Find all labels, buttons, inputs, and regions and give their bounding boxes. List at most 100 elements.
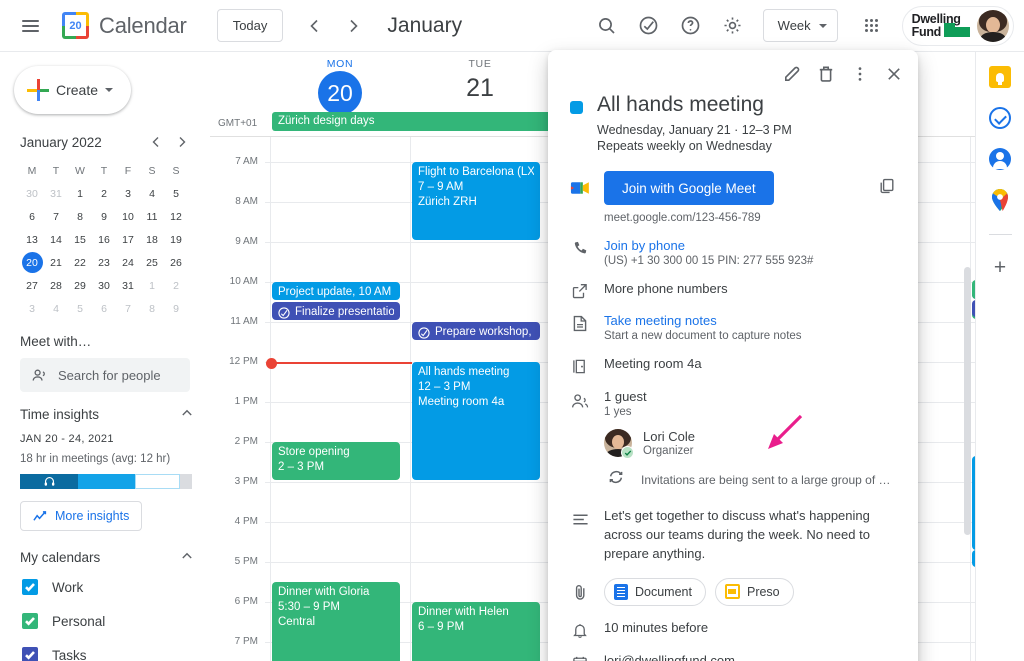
mini-cal-day[interactable]: 30 [92,274,116,297]
mini-cal-day[interactable]: 31 [116,274,140,297]
trash-delete-icon[interactable] [810,58,842,90]
mini-cal-prev-icon[interactable] [144,130,168,154]
mini-cal-day[interactable]: 30 [20,182,44,205]
mini-cal-day[interactable]: 5 [68,297,92,320]
mini-cal-day[interactable]: 4 [140,182,164,205]
pencil-edit-icon[interactable] [776,58,808,90]
mini-cal-day[interactable]: 1 [140,274,164,297]
day-header-tue[interactable]: TUE21 [410,58,550,103]
more-insights-button[interactable]: More insights [20,501,142,531]
mini-cal-day[interactable]: 8 [68,205,92,228]
day-header-mon[interactable]: MON20 [270,58,410,115]
mini-cal-day[interactable]: 15 [68,228,92,251]
mini-cal-day[interactable]: 31 [44,182,68,205]
day-number[interactable]: 20 [318,71,362,115]
guest-list-item[interactable]: Lori Cole Organizer [604,429,896,457]
calendar-event[interactable]: Dinner with Helen6 – 9 PM [412,602,540,661]
mini-cal-day[interactable]: 1 [68,182,92,205]
attachment-chip-document[interactable]: Document [604,578,706,606]
mini-cal-day[interactable]: 17 [116,228,140,251]
checkbox[interactable] [22,579,38,595]
chevron-up-icon[interactable] [180,549,194,566]
calendar-event[interactable]: Flight to Barcelona (LX 1951)7 – 9 AMZür… [412,162,540,240]
mini-cal-day[interactable]: 7 [44,205,68,228]
mini-cal-day[interactable]: 11 [140,205,164,228]
close-x-icon[interactable] [878,58,910,90]
mini-cal-day[interactable]: 14 [44,228,68,251]
checkbox[interactable] [22,613,38,629]
gear-icon[interactable] [713,6,753,46]
mini-cal-day[interactable]: 21 [44,251,68,274]
mini-calendar-grid[interactable]: MTWTFSS303112345678910111213141516171819… [20,160,194,320]
mini-cal-day[interactable]: 23 [92,251,116,274]
view-selector[interactable]: Week [763,9,838,42]
mini-cal-day[interactable]: 26 [164,251,188,274]
plus-icon[interactable]: + [994,256,1006,280]
chevron-right-icon[interactable] [335,8,371,44]
calendar-event[interactable]: Prepare workshop, 11 AM [412,322,540,340]
account-switcher[interactable]: Dwelling Fund [902,6,1014,46]
mini-cal-day[interactable]: 3 [116,182,140,205]
grid-scrollbar[interactable] [964,267,971,535]
more-vertical-icon[interactable] [844,58,876,90]
mini-cal-day[interactable]: 6 [20,205,44,228]
calendar-toggle-work[interactable]: Work [20,570,194,604]
create-button[interactable]: Create [14,66,131,114]
keep-icon[interactable] [989,66,1011,88]
mini-cal-day[interactable]: 16 [92,228,116,251]
mini-cal-day[interactable]: 2 [164,274,188,297]
search-icon[interactable] [587,6,627,46]
mini-cal-day[interactable]: 9 [164,297,188,320]
mini-cal-day[interactable]: 25 [140,251,164,274]
tasks-icon[interactable] [989,107,1011,129]
contacts-icon[interactable] [989,148,1011,170]
mini-cal-day[interactable]: 12 [164,205,188,228]
mini-cal-day[interactable]: 20 [22,252,43,273]
mini-cal-day[interactable]: 7 [116,297,140,320]
mini-cal-day[interactable]: 9 [92,205,116,228]
calendar-event[interactable]: Project update, 10 AM [272,282,400,300]
mini-cal-day[interactable]: 22 [68,251,92,274]
support-check-icon[interactable] [629,6,669,46]
mini-cal-day[interactable]: 19 [164,228,188,251]
mini-cal-day[interactable]: 10 [116,205,140,228]
join-meet-button[interactable]: Join with Google Meet [604,171,774,205]
copy-icon[interactable] [878,171,896,200]
day-number[interactable]: 21 [410,74,550,103]
mini-cal-day[interactable]: 6 [92,297,116,320]
calendar-toggle-personal[interactable]: Personal [20,604,194,638]
calendar-event[interactable]: Finalize presentation, 10 AM [272,302,400,320]
search-people-input[interactable]: Search for people [20,358,190,392]
chevron-left-icon[interactable] [297,8,333,44]
more-phone-numbers-row[interactable]: More phone numbers [570,281,896,299]
mini-cal-day[interactable]: 13 [20,228,44,251]
calendar-event[interactable]: Store opening2 – 3 PM [272,442,400,480]
mini-cal-dow: S [140,160,164,182]
mini-cal-day[interactable]: 2 [92,182,116,205]
mini-cal-day[interactable]: 5 [164,182,188,205]
maps-icon[interactable] [991,189,1009,211]
mini-cal-day[interactable]: 3 [20,297,44,320]
mini-cal-day[interactable]: 8 [140,297,164,320]
take-meeting-notes-link[interactable]: Take meeting notes [604,313,896,328]
avatar[interactable] [977,10,1009,42]
task-check-icon [278,307,290,319]
apps-grid-icon[interactable] [852,6,892,46]
help-question-icon[interactable] [671,6,711,46]
mini-cal-day[interactable]: 18 [140,228,164,251]
join-by-phone-link[interactable]: Join by phone [604,238,896,253]
mini-cal-next-icon[interactable] [170,130,194,154]
mini-cal-day[interactable]: 24 [116,251,140,274]
calendar-toggle-tasks[interactable]: Tasks [20,638,194,661]
mini-cal-day[interactable]: 27 [20,274,44,297]
mini-cal-day[interactable]: 4 [44,297,68,320]
hamburger-menu-icon[interactable] [10,6,50,46]
chevron-up-icon[interactable] [180,406,194,423]
calendar-event[interactable]: All hands meeting12 – 3 PMMeeting room 4… [412,362,540,480]
mini-cal-day[interactable]: 28 [44,274,68,297]
attachment-chip-preso[interactable]: Preso [715,578,794,606]
calendar-event[interactable]: Dinner with Gloria5:30 – 9 PMCentral [272,582,400,661]
checkbox[interactable] [22,647,38,661]
today-button[interactable]: Today [217,9,284,42]
mini-cal-day[interactable]: 29 [68,274,92,297]
